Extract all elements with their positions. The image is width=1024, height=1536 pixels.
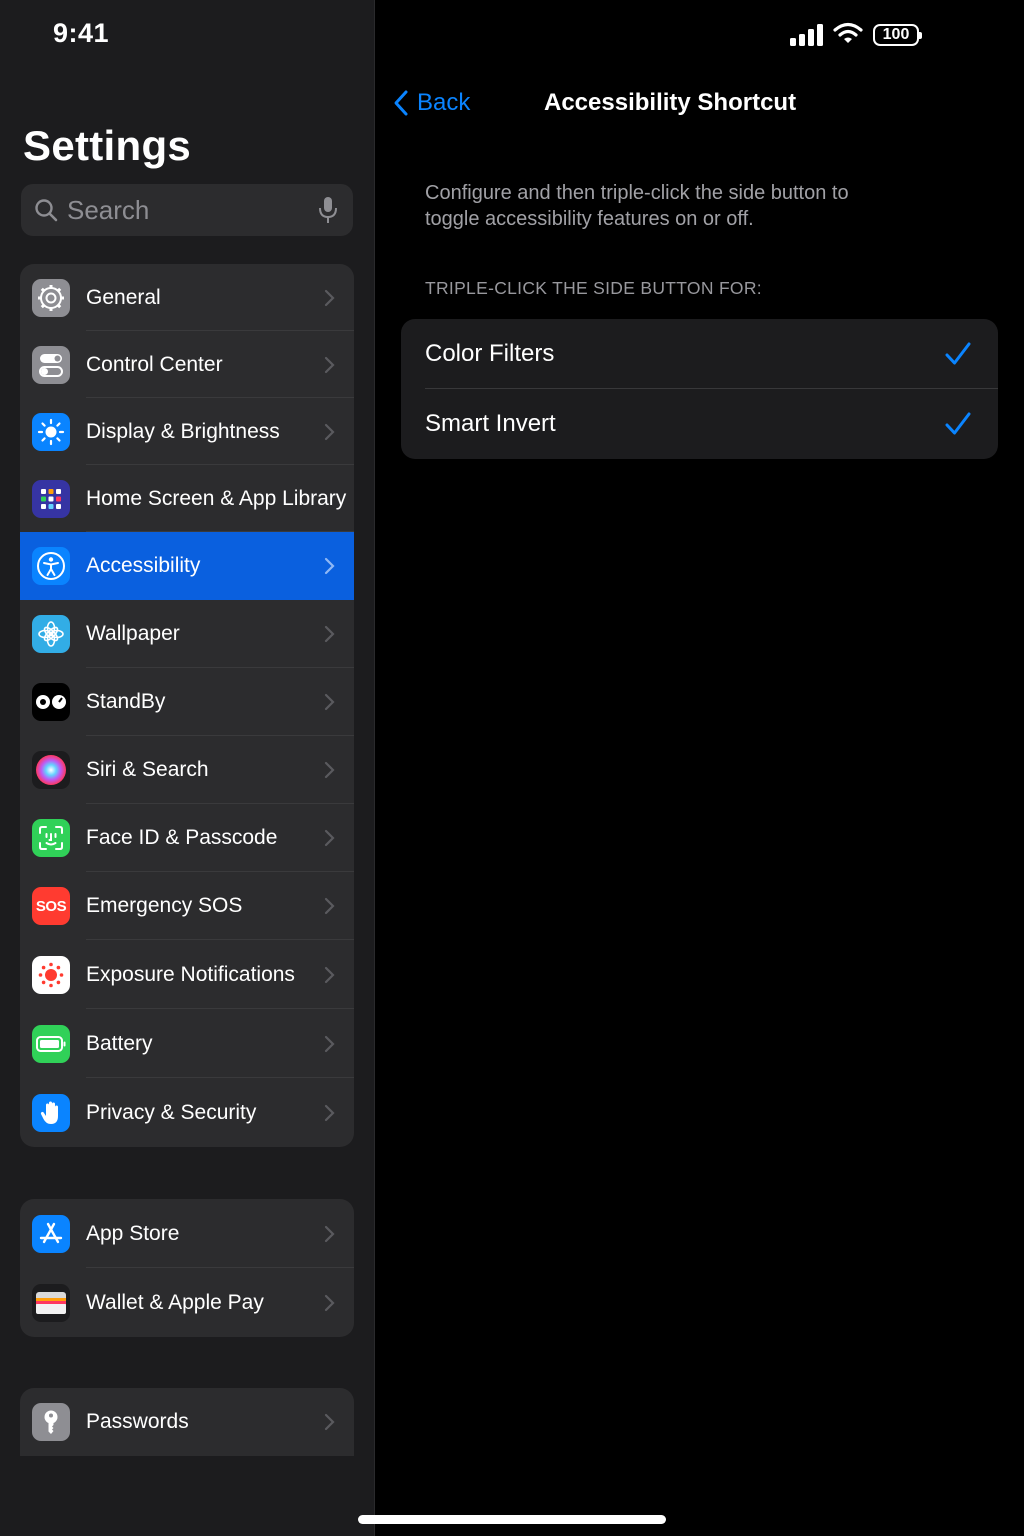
sidebar-item-label: Wallpaper: [86, 622, 180, 645]
checkmark-icon: [945, 412, 971, 435]
sidebar-item-control-center[interactable]: Control Center: [20, 331, 354, 398]
battery-level: 100: [882, 26, 910, 43]
exposure-icon: [32, 955, 70, 994]
sun-icon: [32, 412, 70, 451]
chevron-right-icon: [324, 897, 335, 915]
option-label: Color Filters: [425, 340, 555, 367]
back-button[interactable]: Back: [393, 86, 470, 120]
gear-icon: [32, 278, 70, 317]
flower-icon: [32, 615, 70, 653]
sidebar-item-privacy-security[interactable]: Privacy & Security: [20, 1078, 354, 1147]
accessibility-icon: [32, 547, 70, 585]
sos-icon-text: SOS: [35, 897, 67, 915]
chevron-right-icon: [324, 1294, 335, 1311]
section-header: TRIPLE-CLICK THE SIDE BUTTON FOR:: [425, 278, 762, 298]
app-grid-icon: [32, 479, 70, 518]
sidebar-item-wallet[interactable]: Wallet & Apple Pay: [20, 1268, 354, 1337]
option-label: Smart Invert: [425, 410, 556, 437]
detail-title: Accessibility Shortcut: [544, 89, 797, 116]
face-id-icon: [32, 819, 70, 857]
chevron-right-icon: [324, 557, 335, 575]
sidebar-item-accessibility[interactable]: Accessibility: [20, 532, 354, 600]
option-smart-invert[interactable]: Smart Invert: [401, 389, 998, 459]
sidebar-item-label: Emergency SOS: [86, 894, 243, 917]
battery-icon: [32, 1024, 70, 1063]
sidebar-item-label: Siri & Search: [86, 758, 209, 781]
sidebar-item-label: Passwords: [86, 1410, 189, 1433]
search-icon: [33, 197, 59, 223]
chevron-right-icon: [324, 1035, 335, 1052]
sidebar-item-app-store[interactable]: App Store: [20, 1199, 354, 1268]
settings-group-main: General Control Center Display & Brightn…: [20, 264, 354, 1147]
chevron-right-icon: [324, 356, 335, 373]
sidebar-item-emergency-sos[interactable]: SOS Emergency SOS: [20, 872, 354, 940]
battery-status-icon: 100: [873, 24, 922, 46]
sidebar-item-standby[interactable]: StandBy: [20, 668, 354, 736]
sidebar-item-label: Display & Brightness: [86, 419, 280, 443]
sos-icon: SOS: [32, 887, 70, 925]
microphone-icon[interactable]: [317, 195, 339, 225]
app-store-icon: [32, 1214, 70, 1253]
hand-icon: [32, 1093, 70, 1132]
chevron-right-icon: [324, 289, 335, 306]
sidebar-item-siri-search[interactable]: Siri & Search: [20, 736, 354, 804]
back-label: Back: [417, 89, 471, 116]
sidebar-item-wallpaper[interactable]: Wallpaper: [20, 600, 354, 668]
sidebar-item-label: Accessibility: [86, 554, 201, 577]
sidebar-item-face-id[interactable]: Face ID & Passcode: [20, 804, 354, 872]
sidebar-item-passwords[interactable]: Passwords: [20, 1388, 354, 1456]
description-text: Configure and then triple-click the side…: [425, 182, 849, 230]
chevron-right-icon: [324, 423, 335, 440]
wallet-icon: [32, 1283, 70, 1322]
sidebar-item-label: Wallet & Apple Pay: [86, 1290, 264, 1314]
status-time: 9:41: [53, 18, 110, 48]
sidebar-item-label: App Store: [86, 1221, 180, 1245]
siri-icon: [32, 751, 70, 789]
chevron-right-icon: [324, 1413, 335, 1431]
sidebar-item-home-screen[interactable]: Home Screen & App Library: [20, 465, 354, 532]
chevron-right-icon: [324, 761, 335, 779]
chevron-right-icon: [324, 1225, 335, 1242]
chevron-right-icon: [324, 693, 335, 711]
sidebar-item-general[interactable]: General: [20, 264, 354, 331]
sidebar-item-label: Home Screen & App Library: [86, 486, 347, 510]
settings-group-store: App Store Wallet & Apple Pay: [20, 1199, 354, 1337]
sidebar-item-label: Face ID & Passcode: [86, 826, 278, 849]
home-indicator: [358, 1515, 666, 1524]
search-bar[interactable]: Search: [21, 184, 353, 236]
shortcut-options-list: Color Filters Smart Invert: [401, 319, 998, 459]
settings-group-passwords: Passwords: [20, 1388, 354, 1456]
sidebar-item-label: Control Center: [86, 352, 223, 376]
chevron-right-icon: [324, 625, 335, 643]
toggles-icon: [32, 345, 70, 384]
chevron-right-icon: [324, 829, 335, 847]
sidebar-item-exposure-notifications[interactable]: Exposure Notifications: [20, 940, 354, 1009]
status-indicators: 100: [790, 20, 922, 50]
sidebar-item-label: General: [86, 285, 161, 309]
key-icon: [32, 1403, 70, 1441]
chevron-right-icon: [324, 1104, 335, 1121]
page-title: Settings: [23, 122, 192, 169]
chevron-right-icon: [324, 966, 335, 983]
option-color-filters[interactable]: Color Filters: [401, 319, 998, 389]
search-input[interactable]: Search: [67, 195, 317, 226]
wifi-icon: [833, 21, 863, 50]
sidebar-item-label: StandBy: [86, 690, 166, 713]
sidebar-item-display-brightness[interactable]: Display & Brightness: [20, 398, 354, 465]
cellular-signal-icon: [790, 24, 823, 46]
sidebar: 9:41 Settings Search General Control Cen…: [0, 0, 374, 1536]
checkmark-icon: [945, 342, 971, 365]
standby-icon: [32, 683, 70, 721]
sidebar-item-label: Exposure Notifications: [86, 962, 295, 986]
sidebar-item-battery[interactable]: Battery: [20, 1009, 354, 1078]
sidebar-item-label: Privacy & Security: [86, 1100, 257, 1124]
chevron-left-icon: [394, 90, 408, 116]
sidebar-item-label: Battery: [86, 1031, 153, 1055]
